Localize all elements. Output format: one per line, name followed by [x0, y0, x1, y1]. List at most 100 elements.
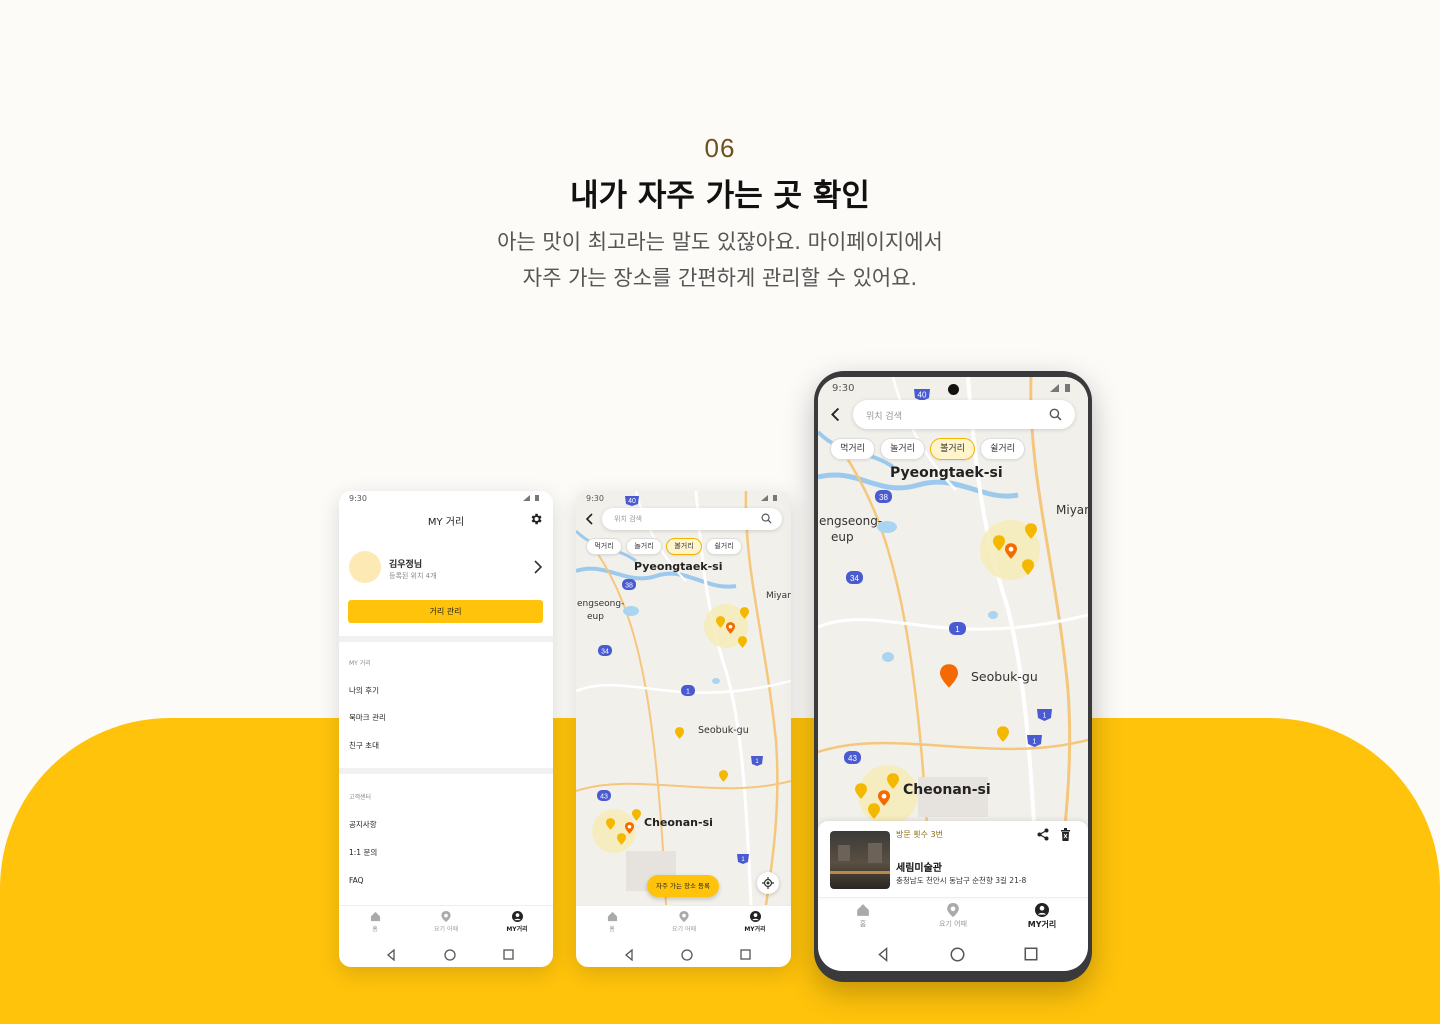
section-number: 06 — [704, 133, 736, 163]
search-placeholder: 위치 검색 — [866, 412, 902, 422]
map-label-pyeongtaek: Pyeongtaek-si — [634, 560, 723, 573]
map-pin-icon[interactable] — [993, 535, 1005, 551]
map-pin-icon[interactable] — [887, 773, 899, 789]
menu-item-my-reviews[interactable]: 나의 후기 — [349, 685, 379, 696]
status-time: 9:30 — [586, 494, 604, 503]
location-search-input[interactable]: 위치 검색 — [853, 400, 1075, 429]
recent-apps-icon[interactable] — [503, 949, 514, 960]
location-search-input[interactable]: 위치 검색 — [602, 508, 782, 530]
bottom-nav: 홈 요기 어때 MY거리 — [339, 905, 553, 944]
menu-item-inquiry[interactable]: 1:1 문의 — [349, 847, 377, 858]
place-card[interactable]: 방문 횟수 3번 세림미술관 충청남도 천안시 동남구 순천향 3길 21-8 — [818, 821, 1088, 897]
map-pin-icon[interactable] — [1025, 523, 1037, 539]
nav-my-label: MY거리 — [506, 926, 528, 933]
map-pin-icon[interactable] — [632, 809, 641, 821]
chip-sights[interactable]: 볼거리 — [666, 538, 702, 555]
camera-punch-hole — [948, 384, 959, 395]
category-chips: 먹거리 놀거리 볼거리 쉴거리 — [586, 538, 742, 555]
section-description: 아는 맛이 최고라는 말도 있잖아요. 마이페이지에서 자주 가는 장소를 간편… — [0, 224, 1440, 296]
map-label-eup: eup — [587, 612, 604, 622]
back-arrow-icon[interactable] — [830, 407, 842, 422]
menu-item-invite-friends[interactable]: 친구 초대 — [349, 740, 379, 751]
location-pin-icon — [679, 911, 689, 922]
road-badge: 1 — [1037, 709, 1052, 721]
map-pin-icon[interactable] — [1005, 543, 1017, 559]
map-pin-icon[interactable] — [675, 727, 684, 739]
trash-icon[interactable] — [1060, 828, 1071, 841]
menu-item-bookmarks[interactable]: 북마크 관리 — [349, 712, 386, 723]
manage-places-button[interactable]: 거리 관리 — [348, 600, 543, 623]
map-pin-icon[interactable] — [738, 636, 747, 648]
avatar[interactable] — [349, 551, 381, 583]
nav-near[interactable]: 요기 어때 — [654, 911, 714, 933]
map-pin-icon[interactable] — [625, 822, 634, 834]
nav-my[interactable]: MY거리 — [725, 911, 785, 933]
register-frequent-place-button[interactable]: 자주 가는 장소 등록 — [647, 875, 719, 897]
back-arrow-icon[interactable] — [585, 513, 595, 525]
place-name: 세림미술관 — [896, 863, 942, 874]
back-triangle-icon[interactable] — [877, 947, 889, 962]
map-pin-icon[interactable] — [1022, 559, 1034, 575]
nav-near[interactable]: 요기 어때 — [416, 911, 476, 933]
search-icon[interactable] — [761, 513, 772, 524]
chevron-right-icon[interactable] — [533, 559, 543, 574]
map-pin-icon[interactable] — [716, 616, 725, 628]
map-pin-icon[interactable] — [606, 818, 615, 830]
road-number-1: 1 — [686, 689, 690, 696]
map-pin-icon[interactable] — [726, 622, 735, 634]
map-label-pyeongtaek: Pyeongtaek-si — [890, 465, 1003, 481]
map-label-cheonan: Cheonan-si — [903, 782, 991, 798]
home-circle-icon[interactable] — [950, 947, 965, 962]
road-badge: 1 — [737, 854, 749, 864]
map-pin-icon[interactable] — [997, 726, 1009, 742]
divider — [339, 768, 553, 774]
chip-sights[interactable]: 볼거리 — [930, 438, 975, 460]
user-icon — [749, 911, 761, 922]
chip-play[interactable]: 놀거리 — [880, 438, 925, 460]
back-triangle-icon[interactable] — [624, 949, 634, 961]
map-pin-icon[interactable] — [740, 607, 749, 619]
search-icon[interactable] — [1049, 408, 1062, 421]
home-circle-icon[interactable] — [681, 949, 693, 961]
menu-item-notices[interactable]: 공지사항 — [349, 819, 377, 830]
home-circle-icon[interactable] — [444, 949, 456, 961]
chip-rest[interactable]: 쉴거리 — [980, 438, 1025, 460]
recent-apps-icon[interactable] — [1024, 947, 1038, 961]
nav-my[interactable]: MY거리 — [1012, 903, 1072, 930]
selected-map-pin-icon[interactable] — [940, 664, 958, 688]
artwork-frame — [868, 843, 882, 863]
visit-count: 방문 횟수 3번 — [896, 830, 943, 839]
recent-apps-icon[interactable] — [740, 949, 751, 960]
my-location-button[interactable] — [757, 872, 779, 894]
map-pin-icon[interactable] — [855, 783, 867, 799]
gear-icon[interactable] — [529, 511, 543, 525]
map-pin-icon[interactable] — [868, 803, 880, 819]
road-number-38: 38 — [625, 583, 633, 590]
share-icon[interactable] — [1037, 828, 1049, 841]
road-number-1: 1 — [955, 625, 960, 634]
section-label-support: 고객센터 — [349, 794, 372, 801]
crosshair-icon — [762, 877, 774, 889]
road-badge: 34 — [598, 645, 612, 656]
chip-rest[interactable]: 쉴거리 — [706, 538, 742, 555]
road-badge: 1 — [949, 622, 966, 635]
nav-near[interactable]: 요기 어때 — [923, 903, 983, 929]
map-pin-icon[interactable] — [719, 770, 728, 782]
back-triangle-icon[interactable] — [386, 949, 396, 961]
chip-play[interactable]: 놀거리 — [626, 538, 662, 555]
nav-home[interactable]: 홈 — [833, 903, 893, 929]
home-icon — [857, 904, 869, 916]
road-badge: 1 — [751, 756, 763, 766]
road-number-34: 34 — [601, 649, 609, 656]
location-pin-icon — [947, 903, 959, 917]
nav-my[interactable]: MY거리 — [487, 911, 547, 933]
chip-food[interactable]: 먹거리 — [830, 438, 875, 460]
signal-battery-icon — [1048, 383, 1074, 395]
nav-my-label: MY거리 — [1027, 920, 1057, 929]
location-pin-icon — [441, 911, 451, 922]
menu-item-faq[interactable]: FAQ — [349, 876, 364, 885]
map-pin-icon[interactable] — [617, 833, 626, 845]
chip-food[interactable]: 먹거리 — [586, 538, 622, 555]
nav-home[interactable]: 홈 — [345, 911, 405, 933]
nav-home[interactable]: 홈 — [582, 911, 642, 933]
